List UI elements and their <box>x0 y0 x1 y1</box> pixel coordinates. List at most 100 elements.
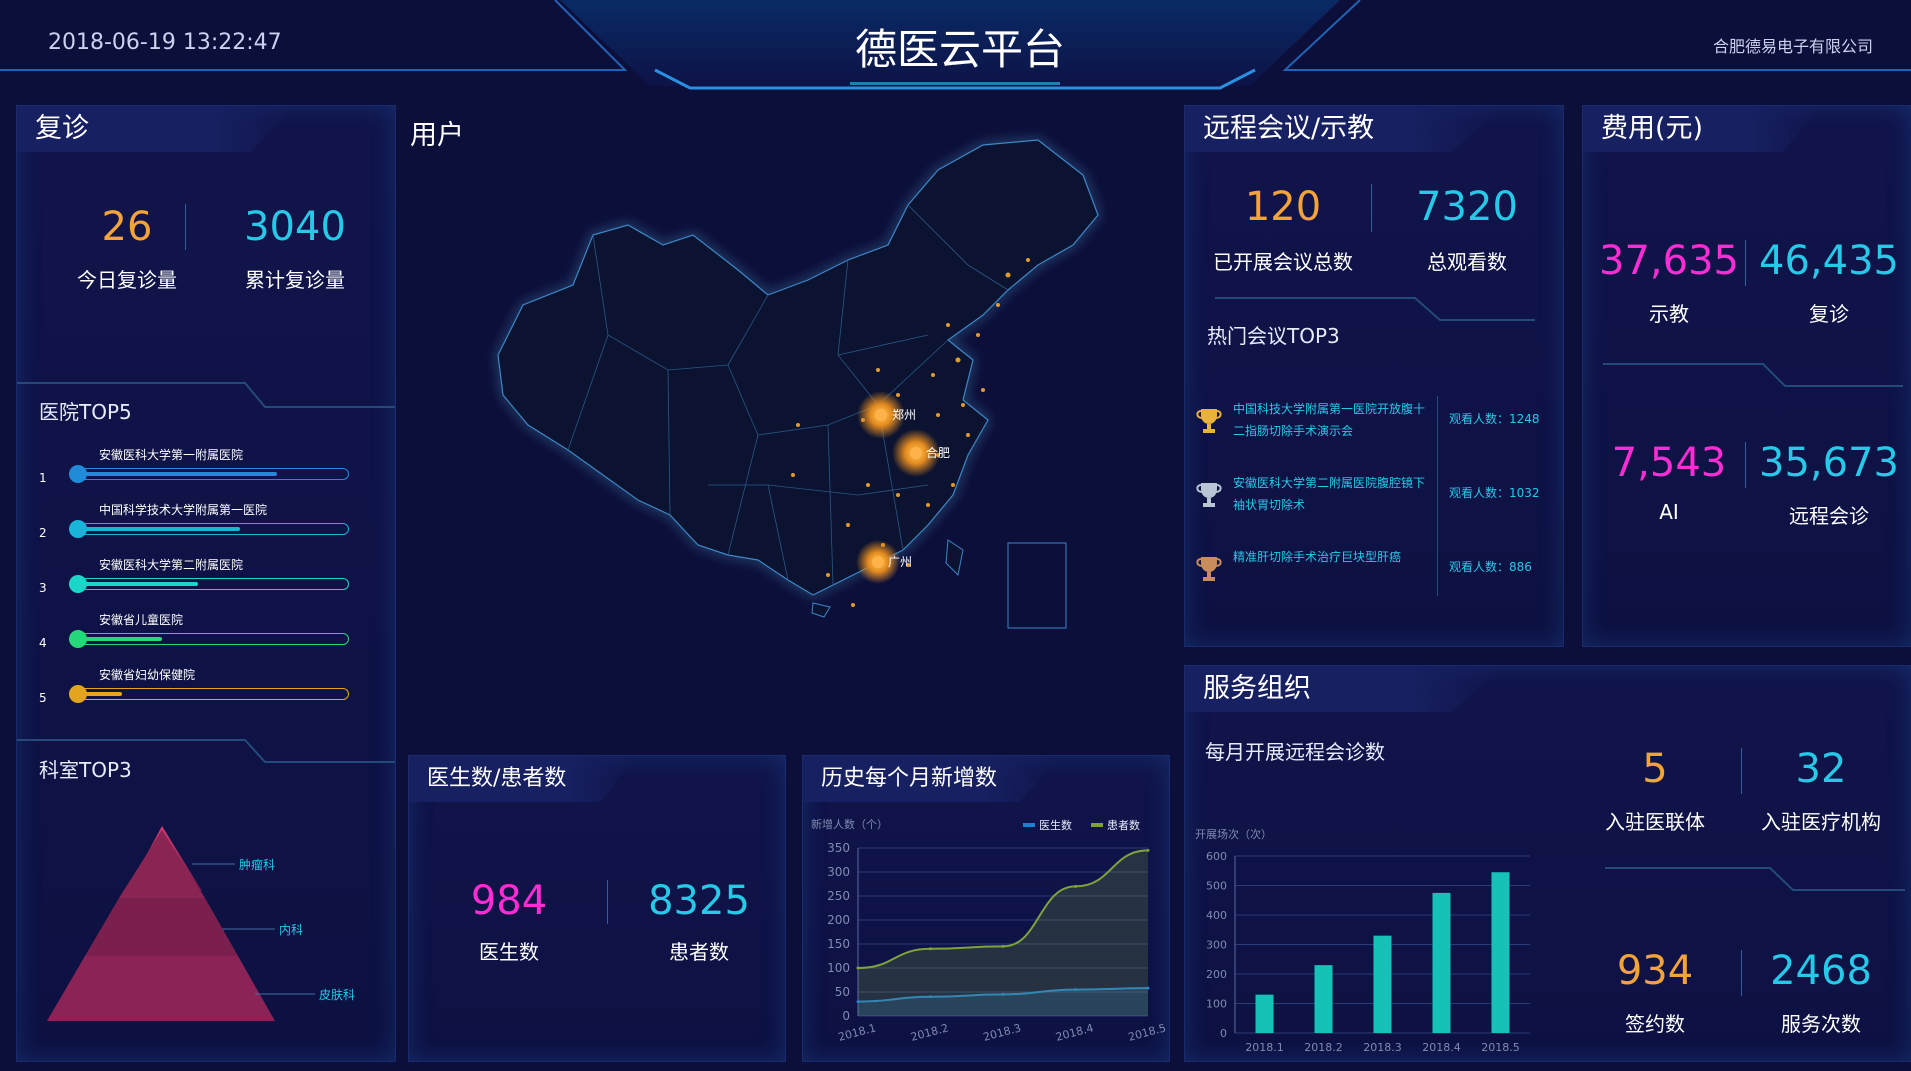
dept-label-1: 肿瘤科 <box>239 858 276 872</box>
monthly-new-panel: 历史每个月新增数 新增人数（个） 0 50 100 150 200 250 300 350 201… <box>802 755 1170 1062</box>
bar-chart-bar <box>1255 994 1274 1033</box>
line-chart-ytick: 350 <box>827 841 850 855</box>
hot-meeting-name: 精准肝切除手术治疗巨块型肝癌 <box>1233 550 1402 564</box>
hospital-top5-title: 医院TOP5 <box>39 400 132 424</box>
contracts-label: 签约数 <box>1625 1012 1685 1036</box>
line-chart-legend-swatch <box>1023 823 1035 827</box>
hospital-bar-handle <box>69 630 87 648</box>
doctors-value: 984 <box>470 878 548 924</box>
hospital-bar-handle <box>69 685 87 703</box>
meetings-views-label: 总观看数 <box>1427 250 1507 274</box>
cost-consult-value: 35,673 <box>1759 440 1899 486</box>
line-chart-ytick: 200 <box>827 913 850 927</box>
divider <box>1371 184 1372 232</box>
bar-chart-ylabel: 开展场次（次） <box>1195 827 1272 841</box>
doctors-patients-title: 医生数/患者数 <box>409 756 637 802</box>
alliances-value: 5 <box>1642 746 1668 792</box>
header-datetime: 2018-06-19 13:22:47 <box>48 30 282 55</box>
meetings-total-label: 已开展会议总数 <box>1213 250 1353 274</box>
hospital-name: 安徽省妇幼保健院 <box>99 668 196 682</box>
hospital-rank: 3 <box>39 581 47 595</box>
header-company: 合肥德易电子有限公司 <box>1712 37 1873 56</box>
cost-followup-label: 复诊 <box>1809 302 1849 326</box>
hospital-name: 安徽医科大学第二附属医院 <box>99 558 244 572</box>
line-chart-point <box>1001 944 1005 948</box>
trophy-icon <box>1196 409 1222 433</box>
hot-meeting-name: 安徽医科大学第二附属医院腹腔镜下袖状胃切除术 <box>1233 476 1426 512</box>
line-chart-point <box>1074 884 1077 888</box>
line-chart-ytick: 150 <box>827 937 850 951</box>
bar-chart-bar <box>1373 935 1392 1033</box>
line-chart-ytick: 100 <box>827 961 850 975</box>
divider <box>607 880 608 924</box>
line-chart-legend-label: 医生数 <box>1039 818 1072 832</box>
hospital-rank: 5 <box>39 691 47 705</box>
cost-teaching-value: 37,635 <box>1599 238 1739 284</box>
service-panel: 服务组织 每月开展远程会诊数 开展场次（次） 0 100 200 300 400 500 60… <box>1184 665 1911 1062</box>
cost-teaching-label: 示教 <box>1649 302 1689 326</box>
divider <box>185 204 186 250</box>
followup-today-label: 今日复诊量 <box>77 268 177 292</box>
followup-total-value: 3040 <box>244 204 346 250</box>
costs-panel: 费用(元) 37,635 示教 46,435 复诊 7,543 AI 35,67… <box>1582 105 1911 647</box>
monthly-new-line-chart: 新增人数（个） 0 50 100 150 200 250 300 350 2018.1 2018.2… <box>811 817 1167 1044</box>
section-divider <box>1605 867 1905 891</box>
divider <box>1437 396 1438 596</box>
services-label: 服务次数 <box>1781 1012 1861 1036</box>
dept-label-2: 内科 <box>279 923 304 937</box>
hospital-rank: 2 <box>39 526 47 540</box>
city-label-zhengzhou: 郑州 <box>892 408 917 422</box>
services-value: 2468 <box>1770 948 1872 994</box>
bar-chart-xtick: 2018.3 <box>1363 1041 1402 1054</box>
page-title: 德医云平台 <box>854 25 1065 74</box>
users-map-section: 用户 郑州 合肥 广州 <box>408 105 1168 745</box>
bar-chart-ytick: 500 <box>1206 880 1227 893</box>
section-divider <box>1603 363 1903 387</box>
hospital-bar-fill <box>83 692 122 696</box>
line-chart-xtick: 2018.4 <box>1054 1021 1095 1044</box>
monthly-consult-bar-chart: 开展场次（次） 0 100 200 300 400 500 600 2018.1 2018.2 20… <box>1195 827 1530 1054</box>
bar-chart-bar <box>1491 872 1510 1033</box>
hospital-name: 安徽医科大学第一附属医院 <box>99 448 244 462</box>
followup-title: 复诊 <box>17 106 295 152</box>
bar-chart-bar <box>1432 892 1451 1033</box>
cost-consult-label: 远程会诊 <box>1789 504 1869 528</box>
patients-value: 8325 <box>648 878 750 924</box>
line-chart-xtick: 2018.3 <box>982 1021 1023 1044</box>
line-chart-ytick: 50 <box>835 985 850 999</box>
line-chart-legend-swatch <box>1091 823 1103 827</box>
bar-chart-ytick: 100 <box>1206 998 1227 1011</box>
bar-chart-ytick: 0 <box>1220 1027 1227 1040</box>
china-map[interactable] <box>408 105 1168 745</box>
meetings-panel: 远程会议/示教 120 已开展会议总数 7320 总观看数 热门会议TOP3 中… <box>1184 105 1564 647</box>
hot-meetings-title: 热门会议TOP3 <box>1207 324 1340 348</box>
hospital-bar-fill <box>83 582 198 586</box>
hospital-bar-handle <box>69 575 87 593</box>
doctors-label: 医生数 <box>479 940 539 964</box>
dept-label-3: 皮肤科 <box>319 988 356 1002</box>
line-chart-xtick: 2018.1 <box>837 1021 878 1044</box>
bar-chart-xtick: 2018.1 <box>1245 1041 1284 1054</box>
contracts-value: 934 <box>1616 948 1694 994</box>
hospital-name: 中国科学技术大学附属第一医院 <box>99 503 268 517</box>
bar-chart-xtick: 2018.2 <box>1304 1041 1343 1054</box>
trophy-icon <box>1196 483 1222 507</box>
line-chart-ytick: 0 <box>842 1009 850 1023</box>
hospital-rank: 4 <box>39 636 47 650</box>
hot-meeting-name: 中国科技大学附属第一医院开放腹十二指肠切除手术演示会 <box>1233 402 1426 438</box>
line-chart-xtick: 2018.2 <box>909 1021 950 1044</box>
divider <box>1745 240 1746 286</box>
institutions-value: 32 <box>1795 746 1847 792</box>
cost-ai-label: AI <box>1659 500 1679 524</box>
followup-panel: 复诊 26 今日复诊量 3040 累计复诊量 医院TOP5 1 安徽医科大学第一… <box>16 105 396 1062</box>
costs-title: 费用(元) <box>1583 106 1821 152</box>
divider <box>1745 442 1746 488</box>
hospital-bar-fill <box>83 637 162 641</box>
hot-meeting-views: 观看人数：886 <box>1449 560 1532 574</box>
institutions-label: 入驻医疗机构 <box>1761 810 1881 834</box>
dept-top3-title: 科室TOP3 <box>39 758 132 782</box>
line-chart-ytick: 250 <box>827 889 850 903</box>
cost-ai-value: 7,543 <box>1611 440 1727 486</box>
followup-total-label: 累计复诊量 <box>245 268 345 292</box>
doctors-patients-panel: 医生数/患者数 984 医生数 8325 患者数 <box>408 755 786 1062</box>
